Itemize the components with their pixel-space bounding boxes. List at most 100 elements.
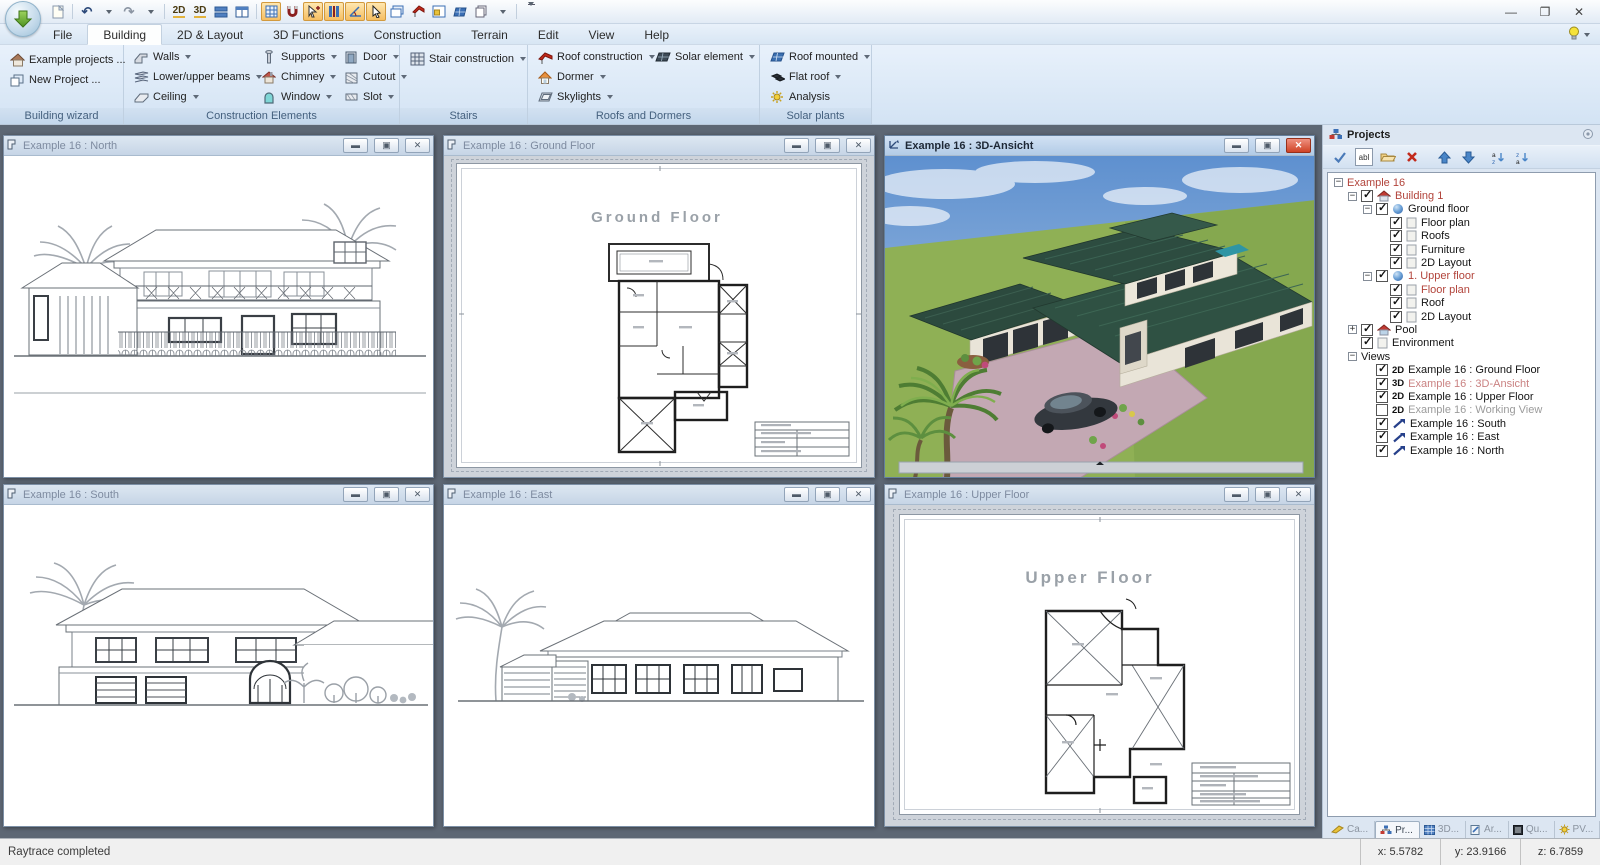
tree-item-environment[interactable]: ✓ Environment [1330,337,1595,350]
plan-view-ground-floor[interactable]: Ground Floor [444,156,874,477]
window-titlebar[interactable]: Example 16 : Upper Floor ▬ ▣ ✕ [885,485,1314,505]
dropdown-caret-icon[interactable] [330,75,336,79]
tree-view-south[interactable]: ✓ Example 16 : South [1330,417,1595,430]
tab-file[interactable]: File [38,25,87,44]
checkbox-icon[interactable]: ✓ [1390,244,1402,256]
close-button[interactable]: ✕ [1562,2,1596,22]
checkbox-icon[interactable]: ✓ [1376,418,1388,430]
window-titlebar[interactable]: Example 16 : North ▬ ▣ ✕ [4,136,433,156]
roof-construction-button[interactable]: Roof construction [534,47,652,67]
tab-catalog[interactable]: Ca... [1327,821,1375,838]
tree-item-2d-layout[interactable]: ✓ 2D Layout [1330,256,1595,269]
collapse-icon[interactable]: − [1348,352,1357,361]
window-close-button[interactable]: ✕ [846,487,871,502]
window-minimize-button[interactable]: ▬ [784,138,809,153]
view-2d-icon[interactable]: 2D [169,2,189,21]
tree-item-upper-floor-plan[interactable]: ✓ Floor plan [1330,283,1595,296]
chimney-button[interactable]: Chimney [258,67,340,87]
elevation-view-north[interactable] [4,156,433,477]
sort-za-icon[interactable]: za [1513,148,1531,166]
window-example16-east[interactable]: Example 16 : East ▬ ▣ ✕ [443,484,875,827]
dormer-button[interactable]: Dormer [534,67,652,87]
render-view-3d[interactable] [885,156,1314,477]
supports-button[interactable]: Supports [258,47,340,67]
window-close-button[interactable]: ✕ [405,487,430,502]
tree-view-north[interactable]: ✓ Example 16 : North [1330,444,1595,457]
window-example16-3d-ansicht[interactable]: Example 16 : 3D-Ansicht ▬ ▣ ✕ [884,135,1315,478]
dropdown-caret-icon[interactable] [185,55,191,59]
snap-magnet-icon[interactable] [282,2,302,21]
ceiling-button[interactable]: Ceiling [130,87,258,107]
tab-edit[interactable]: Edit [523,25,574,44]
window-minimize-button[interactable]: ▬ [1224,487,1249,502]
checkbox-icon[interactable]: ✓ [1361,337,1373,349]
example-projects-button[interactable]: Example projects ... [6,50,129,70]
tree-item-upper-roof[interactable]: ✓ Roof [1330,297,1595,310]
window-example16-south[interactable]: Example 16 : South ▬ ▣ ✕ [3,484,434,827]
tips-dropdown-icon[interactable] [1584,33,1590,37]
tab-view[interactable]: View [574,25,630,44]
tab-3d-functions[interactable]: 3D Functions [258,25,359,44]
checkbox-icon[interactable]: ✓ [1376,378,1388,390]
tree-item-floor-plan[interactable]: ✓ Floor plan [1330,216,1595,229]
tree-item-ground-floor[interactable]: − ✓ Ground floor [1330,203,1595,216]
window-maximize-button[interactable]: ▣ [374,487,399,502]
checkbox-icon[interactable]: ✓ [1361,324,1373,336]
layout-windows-icon[interactable] [429,2,449,21]
checkbox-icon[interactable]: ✓ [1390,297,1402,309]
collapse-icon[interactable]: − [1363,205,1372,214]
redo-icon[interactable]: ↷ [119,2,139,21]
window-maximize-button[interactable]: ▣ [1255,487,1280,502]
pointer-icon[interactable] [366,2,386,21]
tips-lightbulb-icon[interactable] [1568,26,1580,43]
window-maximize-button[interactable]: ▣ [815,487,840,502]
dropdown-caret-icon[interactable] [835,75,841,79]
solar-panel-icon[interactable] [450,2,470,21]
checkbox-icon[interactable]: ✓ [1390,284,1402,296]
lower-upper-beams-button[interactable]: Lower/upper beams [130,67,258,87]
tab-projects[interactable]: Pr... [1375,821,1420,838]
tab-pv[interactable]: PV... [1555,821,1600,838]
checkbox-icon[interactable]: ✓ [1376,203,1388,215]
dropdown-caret-icon[interactable] [326,95,332,99]
tab-3d-objects[interactable]: 3D... [1420,821,1466,838]
dropdown-caret-icon[interactable] [193,95,199,99]
dropdown-caret-icon[interactable] [607,95,613,99]
dropdown-caret-icon[interactable] [520,57,526,61]
window-minimize-button[interactable]: ▬ [784,487,809,502]
panel-pin-icon[interactable] [1582,128,1594,143]
tab-building[interactable]: Building [87,24,162,45]
delete-icon[interactable] [1403,148,1421,166]
roof-tool-icon[interactable] [408,2,428,21]
checkbox-icon[interactable]: ✓ [1376,445,1388,457]
elevation-view-east[interactable] [444,505,874,826]
window-close-button[interactable]: ✕ [846,138,871,153]
restore-button[interactable]: ❐ [1528,2,1562,22]
flat-roof-button[interactable]: Flat roof [766,67,844,87]
collapse-icon[interactable]: − [1363,272,1372,281]
checkbox-icon[interactable]: ✓ [1390,230,1402,242]
window-titlebar[interactable]: Example 16 : South ▬ ▣ ✕ [4,485,433,505]
rename-icon[interactable]: abl [1355,148,1373,166]
stair-construction-button[interactable]: Stair construction [406,49,529,69]
checkbox-icon[interactable]: ✓ [1376,364,1388,376]
window-close-button[interactable]: ✕ [1286,138,1311,153]
move-up-icon[interactable] [1435,148,1453,166]
tab-quantities[interactable]: Qu... [1509,821,1555,838]
dropdown-caret-icon[interactable] [864,55,870,59]
window-example16-north[interactable]: Example 16 : North ▬ ▣ ✕ [3,135,434,478]
window-button[interactable]: Window [258,87,340,107]
window-close-button[interactable]: ✕ [1286,487,1311,502]
tab-2d-layout[interactable]: 2D & Layout [162,25,258,44]
copy-pages-icon[interactable] [471,2,491,21]
sort-az-icon[interactable]: az [1489,148,1507,166]
tree-item-furniture[interactable]: ✓ Furniture [1330,243,1595,256]
tree-item-building-1[interactable]: − ✓ Building 1 [1330,189,1595,202]
new-project-button[interactable]: New Project ... [6,70,104,90]
tree-view-upper-floor[interactable]: ✓ 2D Example 16 : Upper Floor [1330,390,1595,403]
dropdown-caret-icon[interactable] [388,95,394,99]
plan-view-upper-floor[interactable]: Upper Floor [885,505,1314,826]
window-close-button[interactable]: ✕ [405,138,430,153]
window-example16-upper-floor[interactable]: Example 16 : Upper Floor ▬ ▣ ✕ Upper Flo… [884,484,1315,827]
tab-help[interactable]: Help [629,25,684,44]
